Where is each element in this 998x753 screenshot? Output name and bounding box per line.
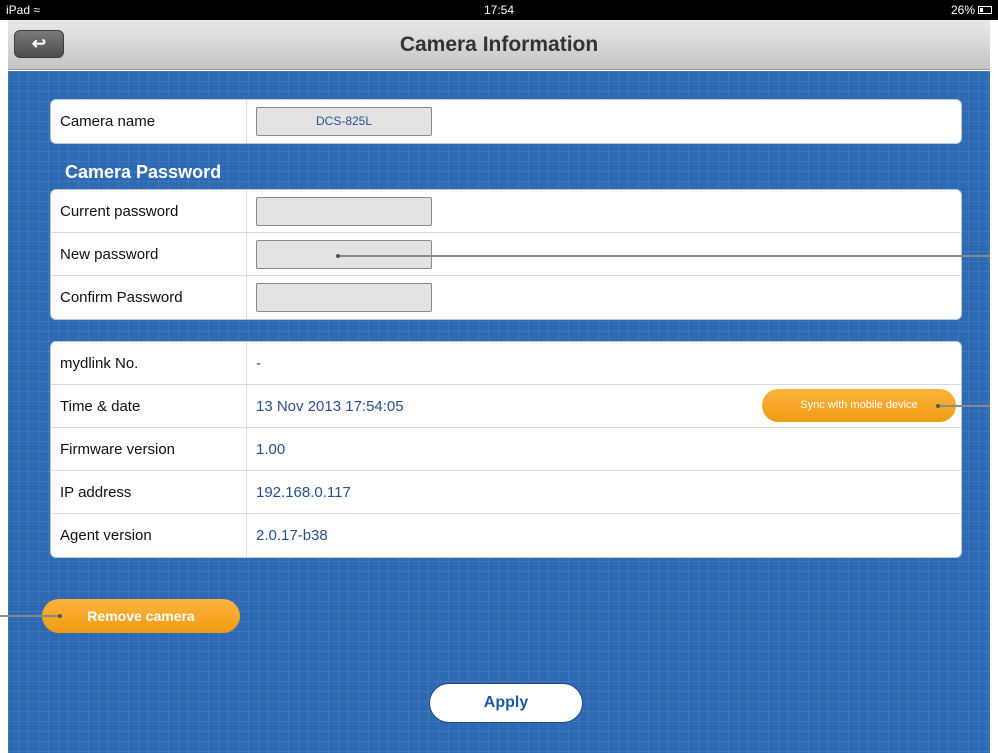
mydlink-number-row: mydlink No. -	[51, 342, 961, 385]
remove-camera-button[interactable]: Remove camera	[42, 599, 240, 633]
status-bar: iPad ≈ 17:54 26%	[0, 0, 998, 20]
firmware-version-label: Firmware version	[60, 441, 176, 458]
firmware-version-value: 1.00	[256, 441, 286, 458]
navigation-bar: ↩ Camera Information	[8, 20, 990, 70]
ip-address-label: IP address	[60, 484, 132, 501]
current-password-label: Current password	[60, 203, 179, 220]
page-title: Camera Information	[399, 33, 599, 56]
firmware-version-row: Firmware version 1.00	[51, 428, 961, 471]
current-password-row: Current password	[51, 190, 961, 233]
callout-line-remove	[0, 615, 60, 617]
camera-info-panel: mydlink No. - Time & date 13 Nov 2013 17…	[50, 341, 962, 558]
callout-line-sync	[938, 405, 990, 407]
callout-dot-remove	[58, 614, 62, 618]
apply-button[interactable]: Apply	[429, 683, 583, 723]
ip-address-row: IP address 192.168.0.117	[51, 471, 961, 514]
battery-icon	[978, 6, 992, 14]
new-password-label: New password	[60, 246, 159, 263]
ip-address-value: 192.168.0.117	[256, 484, 351, 501]
agent-version-value: 2.0.17-b38	[256, 527, 328, 544]
callout-dot-password	[336, 254, 340, 258]
main-content: Camera name DCS-825L Camera Password Cur…	[0, 71, 990, 753]
callout-line-password	[338, 255, 990, 257]
mydlink-number-value: -	[256, 355, 261, 372]
battery-percent: 26%	[950, 3, 975, 17]
confirm-password-row: Confirm Password	[51, 276, 961, 319]
camera-name-panel: Camera name DCS-825L	[50, 99, 962, 144]
camera-name-row: Camera name DCS-825L	[51, 100, 961, 143]
status-time: 17:54	[483, 3, 515, 17]
camera-password-heading: Camera Password	[65, 162, 222, 182]
camera-name-label: Camera name	[60, 113, 156, 130]
mydlink-number-label: mydlink No.	[60, 355, 139, 372]
sync-with-mobile-device-button[interactable]: Sync with mobile device	[762, 389, 956, 422]
camera-name-field[interactable]: DCS-825L	[256, 107, 432, 136]
time-date-label: Time & date	[60, 398, 141, 415]
agent-version-row: Agent version 2.0.17-b38	[51, 514, 961, 557]
callout-dot-sync	[936, 404, 940, 408]
confirm-password-label: Confirm Password	[60, 289, 183, 306]
battery-indicator: 26%	[951, 3, 992, 17]
current-password-field[interactable]	[256, 197, 432, 226]
confirm-password-field[interactable]	[256, 283, 432, 312]
time-date-value: 13 Nov 2013 17:54:05	[256, 398, 404, 415]
agent-version-label: Agent version	[60, 527, 152, 544]
